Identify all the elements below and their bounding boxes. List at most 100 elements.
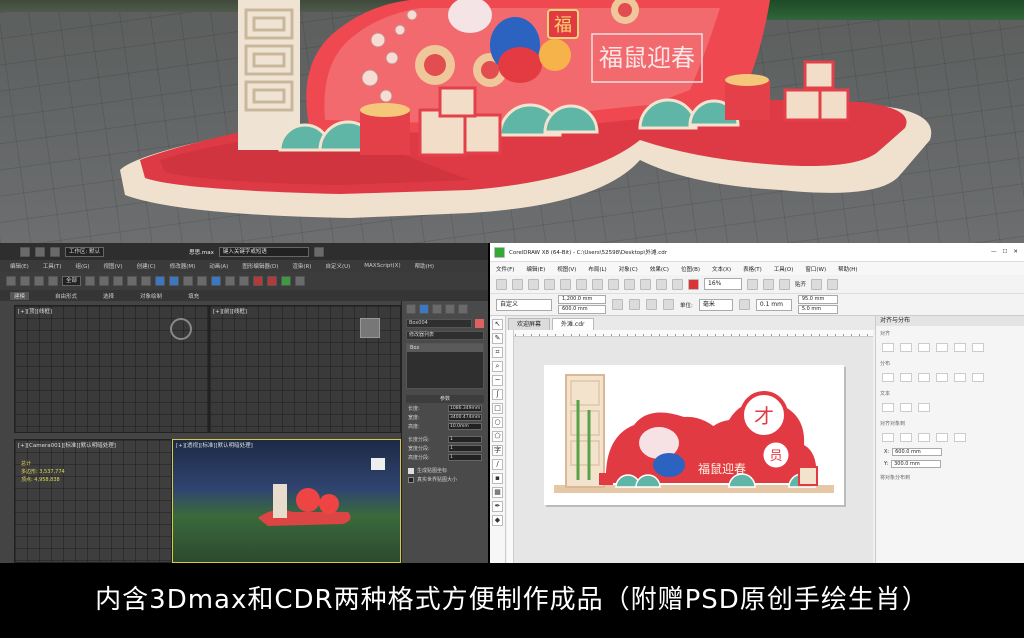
text-tool-icon[interactable]: 字 xyxy=(492,445,503,456)
search-icon[interactable] xyxy=(640,278,651,290)
undo-icon[interactable] xyxy=(35,246,45,257)
distribute-middle-icon[interactable] xyxy=(954,373,966,382)
duplicate-y-field[interactable]: 5.0 mm xyxy=(797,305,838,314)
align-bottom-icon[interactable] xyxy=(972,343,984,352)
horizontal-ruler[interactable] xyxy=(507,330,873,337)
param-value[interactable]: 1 xyxy=(448,436,482,443)
align-center-v-icon[interactable] xyxy=(954,343,966,352)
zoom-level[interactable]: 16% xyxy=(704,278,742,290)
y-field[interactable]: 300.0 mm xyxy=(891,460,942,468)
menu-customize[interactable]: 自定义(U) xyxy=(325,262,350,270)
new-icon[interactable] xyxy=(496,278,507,290)
viewport-perspective[interactable]: [+][透视][标准][默认明暗处理] xyxy=(172,439,401,563)
page-center-icon[interactable] xyxy=(918,433,930,442)
launch-icon[interactable] xyxy=(827,278,839,290)
shadow-tool-icon[interactable]: ▪ xyxy=(492,473,503,484)
drawing-canvas[interactable]: 才 员 福鼠迎春 xyxy=(507,330,873,563)
mirror-icon[interactable] xyxy=(183,276,194,286)
menu-view[interactable]: 视图(V) xyxy=(104,262,123,270)
ellipse-tool-icon[interactable]: ○ xyxy=(492,417,503,428)
page-edge-icon[interactable] xyxy=(900,433,912,442)
rotate-icon[interactable] xyxy=(127,276,138,286)
modify-tab-icon[interactable] xyxy=(419,304,429,314)
selection-filter[interactable]: 全部 xyxy=(62,276,82,286)
menu-edit[interactable]: 编辑(E) xyxy=(10,262,29,270)
render-icon[interactable] xyxy=(281,276,292,286)
stack-item-box[interactable]: Box xyxy=(407,344,483,352)
portrait-icon[interactable] xyxy=(612,299,623,310)
fill-tool-icon[interactable]: ◆ xyxy=(492,515,503,526)
link-icon[interactable] xyxy=(34,276,44,286)
tab-modeling[interactable]: 建模 xyxy=(10,291,30,300)
snap-icon[interactable] xyxy=(155,276,166,286)
page-height-field[interactable]: 600.0 mm xyxy=(558,305,606,314)
object-name-field[interactable]: Box004 xyxy=(406,319,472,328)
param-value[interactable]: 10.0mm xyxy=(448,423,482,430)
align-center-h-icon[interactable] xyxy=(900,343,912,352)
cut-icon[interactable] xyxy=(560,278,571,290)
all-pages-icon[interactable] xyxy=(646,299,657,310)
display-tab-icon[interactable] xyxy=(458,304,468,314)
tab-populate[interactable]: 填充 xyxy=(188,292,199,300)
render-frame-icon[interactable] xyxy=(267,276,278,286)
menu-object[interactable]: 对象(C) xyxy=(619,265,638,273)
menu-edit[interactable]: 编辑(E) xyxy=(526,265,545,273)
full-screen-icon[interactable] xyxy=(747,278,758,290)
material-editor-icon[interactable] xyxy=(239,276,250,286)
object-color-swatch[interactable] xyxy=(475,319,484,328)
layer-icon[interactable] xyxy=(211,276,222,286)
parameters-rollout[interactable]: 参数 xyxy=(406,395,484,403)
shape-tool-icon[interactable]: ✎ xyxy=(492,333,503,344)
export-icon[interactable] xyxy=(672,278,683,290)
current-page-icon[interactable] xyxy=(663,299,674,310)
page-width-field[interactable]: 1,200.0 mm xyxy=(558,295,606,304)
select-by-name-icon[interactable] xyxy=(99,276,110,286)
param-value[interactable]: 1 xyxy=(448,445,482,452)
viewcube-icon[interactable] xyxy=(360,318,380,338)
menu-help[interactable]: 帮助(H) xyxy=(415,262,434,270)
menu-effects[interactable]: 效果(C) xyxy=(650,265,669,273)
copy-icon[interactable] xyxy=(576,278,587,290)
select-icon[interactable] xyxy=(85,276,96,286)
connector-tool-icon[interactable]: / xyxy=(492,459,503,470)
viewport-camera[interactable]: [+][Camera001][标准][默认明暗处理] 总计 多边形: 3,537… xyxy=(14,439,172,563)
menu-view[interactable]: 视图(V) xyxy=(557,265,576,273)
nudge-distance-field[interactable]: 0.1 mm xyxy=(755,298,792,311)
distribute-left-icon[interactable] xyxy=(882,373,894,382)
artistic-media-icon[interactable]: ʃ xyxy=(492,389,503,400)
text-bbox-icon[interactable] xyxy=(918,403,930,412)
grid-icon[interactable] xyxy=(763,278,774,290)
hierarchy-tab-icon[interactable] xyxy=(432,304,442,314)
open-icon[interactable] xyxy=(512,278,523,290)
eyedropper-tool-icon[interactable]: ✒ xyxy=(492,501,503,512)
polygon-tool-icon[interactable]: ⬠ xyxy=(492,431,503,442)
freehand-tool-icon[interactable]: ~ xyxy=(492,375,503,386)
save-icon[interactable] xyxy=(528,278,539,290)
unlink-icon[interactable] xyxy=(48,276,58,286)
maximize-icon[interactable]: ☐ xyxy=(1002,249,1007,255)
teapot-icon[interactable] xyxy=(295,276,306,286)
grid-icon[interactable] xyxy=(936,433,948,442)
motion-tab-icon[interactable] xyxy=(445,304,455,314)
undo-icon[interactable] xyxy=(608,278,619,290)
curve-editor-icon[interactable] xyxy=(225,276,236,286)
align-right-icon[interactable] xyxy=(918,343,930,352)
viewport-top[interactable]: [+][顶][线框] xyxy=(14,305,209,433)
zoom-tool-icon[interactable]: ⌕ xyxy=(492,361,503,372)
menu-file[interactable]: 文件(F) xyxy=(496,265,514,273)
align-top-icon[interactable] xyxy=(936,343,948,352)
tab-freeform[interactable]: 自由形式 xyxy=(55,292,77,300)
viewport-label[interactable]: [+][Camera001][标准][默认明暗处理] xyxy=(18,441,116,449)
menu-create[interactable]: 创建(C) xyxy=(137,262,156,270)
text-first-line-icon[interactable] xyxy=(882,403,894,412)
import-icon[interactable] xyxy=(656,278,667,290)
check-real-world[interactable]: 真实世界贴图大小 xyxy=(408,476,482,483)
menu-rendering[interactable]: 渲染(R) xyxy=(292,262,311,270)
paste-icon[interactable] xyxy=(592,278,603,290)
create-tab-icon[interactable] xyxy=(406,304,416,314)
menu-modifiers[interactable]: 修改器(M) xyxy=(170,262,196,270)
menu-maxscript[interactable]: MAXScript(X) xyxy=(364,263,400,269)
param-value[interactable]: 3400.474mm xyxy=(448,414,482,421)
search-input[interactable]: 键入关键字或短语 xyxy=(218,246,309,257)
tab-welcome[interactable]: 欢迎屏幕 xyxy=(508,318,551,330)
